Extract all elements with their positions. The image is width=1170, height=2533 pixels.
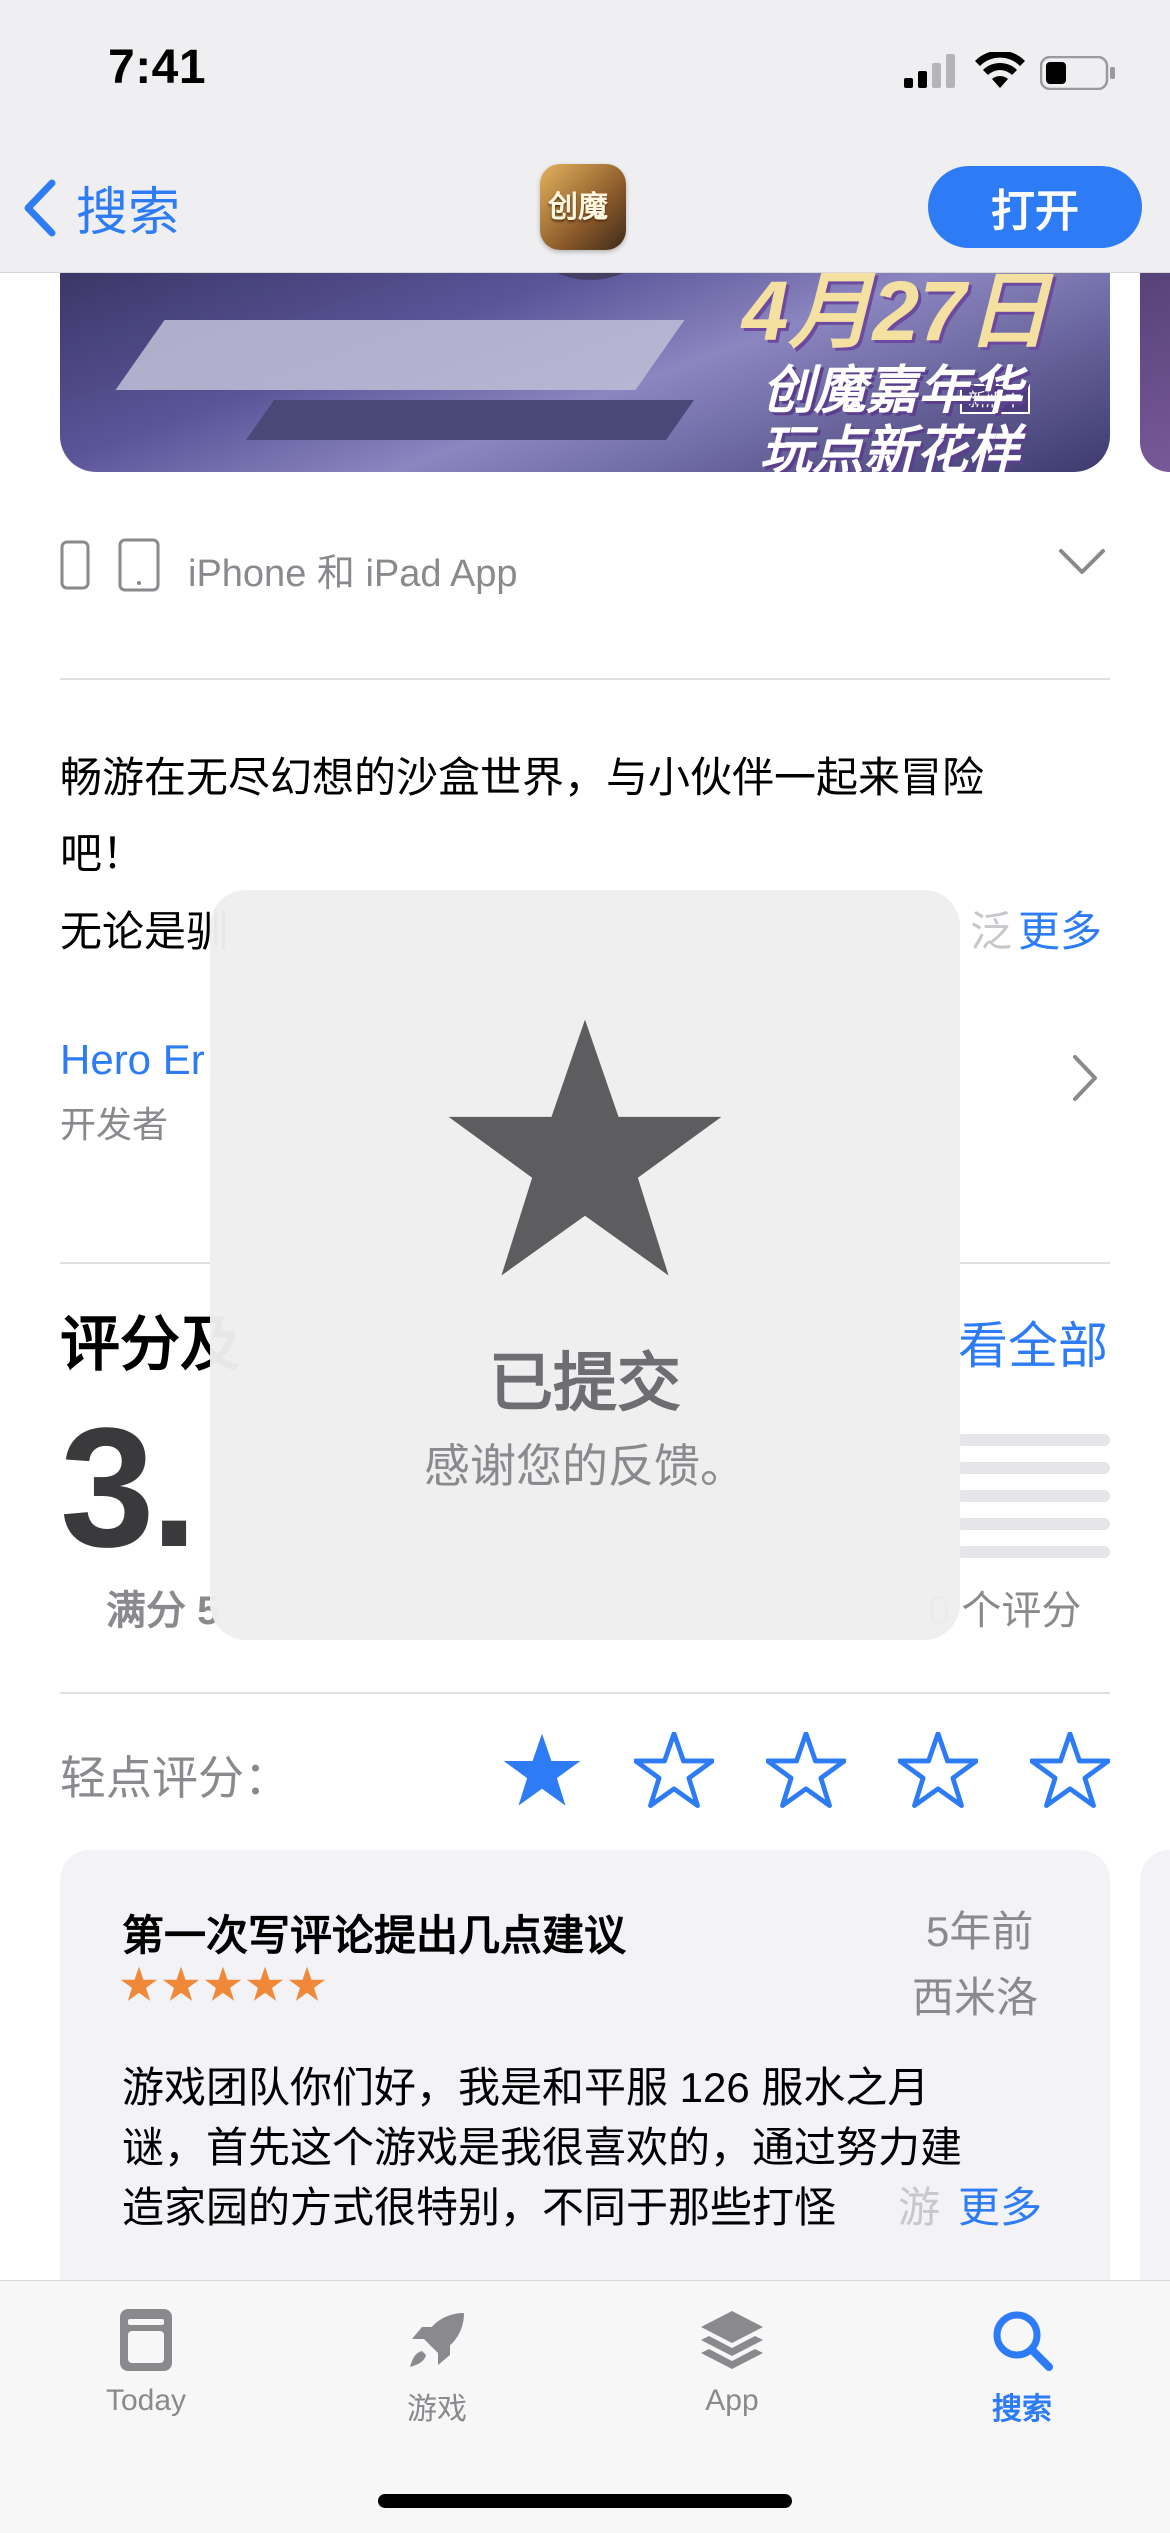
rating-bar xyxy=(956,1490,1110,1502)
rate-star-3-icon[interactable] xyxy=(766,1732,846,1808)
rating-score: 3. xyxy=(60,1393,198,1583)
divider xyxy=(60,678,1110,680)
banner-line2: 玩点新花样 xyxy=(759,422,1020,472)
search-icon xyxy=(993,2311,1053,2371)
review-star-icon xyxy=(204,1966,242,2001)
developer-link[interactable]: Hero Er xyxy=(60,1036,205,1084)
status-time: 7:41 xyxy=(108,41,207,94)
tab-apps[interactable]: App xyxy=(632,2307,832,2418)
back-button[interactable]: 搜索 xyxy=(22,170,180,245)
home-indicator xyxy=(378,2494,792,2508)
review-body-line: 谜，首先这个游戏是我很喜欢的，通过努力建 xyxy=(122,2124,963,2171)
rating-bar xyxy=(956,1434,1110,1446)
rocket-icon xyxy=(410,2313,464,2367)
review-author: 西米洛 xyxy=(912,1974,1039,2021)
tab-label: Today xyxy=(105,2384,187,2417)
cellular-signal-icon xyxy=(904,54,958,93)
top-bar: 7:41 搜索 创魔 打开 xyxy=(0,0,1170,273)
chevron-down-icon[interactable] xyxy=(1058,548,1106,581)
review-title: 第一次写评论提出几点建议 xyxy=(122,1912,627,1959)
description-line: 吧！ xyxy=(60,830,145,877)
rating-bar xyxy=(956,1546,1110,1558)
star-icon xyxy=(448,1019,722,1276)
description-line: 无论是驯 xyxy=(60,908,229,955)
rate-star-1-icon[interactable] xyxy=(502,1732,582,1808)
review-body-line: 造家园的方式很特别，不同于那些打怪 xyxy=(122,2184,837,2231)
today-icon xyxy=(120,2309,172,2371)
review-star-icon xyxy=(246,1966,284,2001)
ipad-icon xyxy=(118,538,160,597)
chevron-right-icon[interactable] xyxy=(1072,1054,1098,1107)
rate-star-2-icon[interactable] xyxy=(634,1732,714,1808)
rate-star-5-icon[interactable] xyxy=(1030,1732,1110,1808)
open-button[interactable]: 打开 xyxy=(928,166,1142,248)
review-more-link[interactable]: 更多 xyxy=(958,2174,1042,2235)
hud-title: 已提交 xyxy=(489,1347,681,1419)
description-line: 畅游在无尽幻想的沙盒世界，与小伙伴一起来冒险 xyxy=(60,754,985,801)
review-star-icon xyxy=(120,1966,158,2001)
review-date: 5年前 xyxy=(926,1908,1034,1955)
submitted-hud: 已提交 感谢您的反馈。 xyxy=(210,890,960,1640)
rating-out-of: 满分 5 xyxy=(106,1589,220,1633)
review-stars xyxy=(120,1966,330,2007)
review-star-icon xyxy=(162,1966,200,2001)
review-star-icon xyxy=(288,1966,326,2001)
app-icon-logo-icon: 创魔 xyxy=(548,191,608,224)
developer-label: 开发者 xyxy=(60,1104,169,1145)
chevron-left-icon xyxy=(24,179,56,236)
layers-icon xyxy=(701,2311,763,2369)
iphone-icon xyxy=(60,540,90,595)
divider xyxy=(60,1692,1110,1694)
tab-label: App xyxy=(705,2384,759,2417)
see-all-link[interactable]: 看全部 xyxy=(958,1306,1108,1378)
rate-star-4-icon[interactable] xyxy=(898,1732,978,1808)
review-fade-text: 游 xyxy=(898,2184,941,2231)
tab-today[interactable]: Today xyxy=(46,2307,246,2418)
tap-to-rate-label: 轻点评分： xyxy=(60,1752,290,1804)
description-fade-text: 泛 xyxy=(970,908,1013,955)
wifi-icon xyxy=(974,50,1026,95)
hud-subtitle: 感谢您的反馈。 xyxy=(424,1440,746,1492)
review-body-line: 游戏团队你们好，我是和平服 126 服水之月 xyxy=(122,2064,930,2111)
tab-label: 搜索 xyxy=(992,2393,1052,2426)
platform-label: iPhone 和 iPad App xyxy=(188,553,518,595)
app-icon: 创魔 xyxy=(540,164,626,250)
battery-icon xyxy=(1039,55,1116,95)
rating-bar xyxy=(956,1462,1110,1474)
tab-search[interactable]: 搜索 xyxy=(922,2307,1122,2428)
tab-games[interactable]: 游戏 xyxy=(337,2307,537,2428)
description-more-link[interactable]: 更多 xyxy=(1018,898,1102,959)
rating-bar xyxy=(956,1518,1110,1530)
tab-label: 游戏 xyxy=(407,2393,467,2426)
back-label: 搜索 xyxy=(76,184,181,242)
